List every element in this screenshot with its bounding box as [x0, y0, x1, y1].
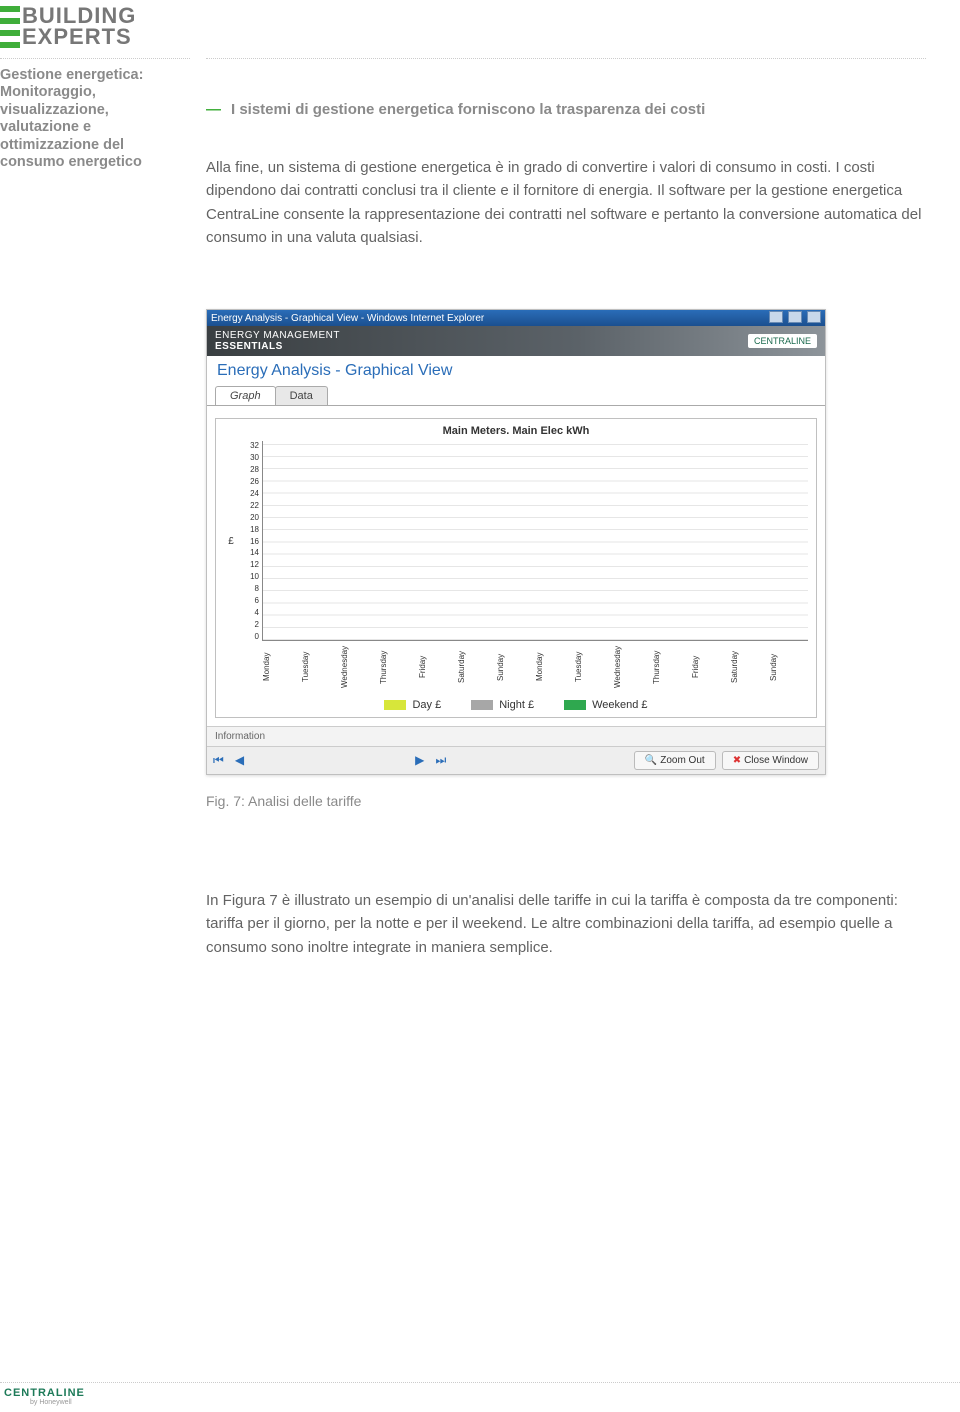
figure-caption: Fig. 7: Analisi delle tariffe	[206, 793, 926, 809]
chart-title: Main Meters. Main Elec kWh	[224, 425, 808, 437]
banner-brand: CENTRALINE	[748, 334, 817, 348]
app-banner: ENERGY MANAGEMENT ESSENTIALS CENTRALINE	[207, 326, 825, 356]
footer-brand: CENTRALINE	[0, 1387, 960, 1399]
legend-weekend: Weekend £	[564, 699, 647, 711]
view-tabs: Graph Data	[207, 386, 825, 406]
section-heading: I sistemi di gestione energetica fornisc…	[206, 101, 926, 118]
logo-bars-icon	[0, 6, 20, 48]
view-title: Energy Analysis - Graphical View	[207, 356, 825, 386]
nav-last-icon[interactable]: ⏭	[435, 753, 446, 768]
y-axis-label: £	[224, 441, 238, 641]
close-window-icon: ✖	[733, 755, 741, 766]
window-titlebar: Energy Analysis - Graphical View - Windo…	[207, 310, 825, 326]
legend-night: Night £	[471, 699, 534, 711]
tab-data[interactable]: Data	[275, 386, 328, 405]
zoom-out-button[interactable]: 🔍Zoom Out	[634, 751, 716, 770]
nav-arrows: ⏮ ◀ ▶ ⏭	[213, 753, 454, 768]
legend-day: Day £	[384, 699, 441, 711]
main-content: I sistemi di gestione energetica fornisc…	[206, 58, 926, 1019]
body-paragraph-2: In Figura 7 è illustrato un esempio di u…	[206, 889, 926, 959]
banner-title: ENERGY MANAGEMENT ESSENTIALS	[215, 330, 340, 352]
minimize-icon[interactable]	[769, 311, 783, 323]
chart-legend: Day £ Night £ Weekend £	[224, 699, 808, 711]
sidebar-description: Gestione energetica: Monitoraggio, visua…	[0, 67, 190, 171]
x-axis-labels: MondayTuesdayWednesdayThursdayFridaySatu…	[262, 645, 808, 689]
sidebar: Gestione energetica: Monitoraggio, visua…	[0, 58, 190, 171]
chart-container: Main Meters. Main Elec kWh £ 32302826242…	[207, 406, 825, 726]
nav-next-icon[interactable]: ▶	[415, 753, 424, 767]
close-window-button[interactable]: ✖Close Window	[722, 751, 819, 770]
y-axis-ticks: 32302826242220181614121086420	[238, 441, 262, 641]
close-icon[interactable]	[807, 311, 821, 323]
nav-prev-icon[interactable]: ◀	[235, 753, 244, 767]
chart-plot	[262, 441, 808, 641]
brand-logo: BUILDINGEXPERTS	[0, 6, 136, 48]
body-paragraph-1: Alla fine, un sistema di gestione energe…	[206, 156, 926, 249]
window-controls[interactable]	[767, 311, 821, 326]
footer-brand-sub: by Honeywell	[0, 1399, 960, 1406]
nav-first-icon[interactable]: ⏮	[213, 753, 224, 768]
nav-bar: ⏮ ◀ ▶ ⏭ 🔍Zoom Out ✖Close Window	[207, 746, 825, 774]
maximize-icon[interactable]	[788, 311, 802, 323]
zoom-out-icon: 🔍	[645, 755, 657, 766]
tab-graph[interactable]: Graph	[215, 386, 276, 405]
figure-window: Energy Analysis - Graphical View - Windo…	[206, 309, 826, 775]
logo-text: BUILDINGEXPERTS	[22, 6, 136, 48]
page-footer: CENTRALINE by Honeywell	[0, 1382, 960, 1406]
window-title-text: Energy Analysis - Graphical View - Windo…	[211, 313, 484, 324]
info-bar: Information	[207, 726, 825, 746]
